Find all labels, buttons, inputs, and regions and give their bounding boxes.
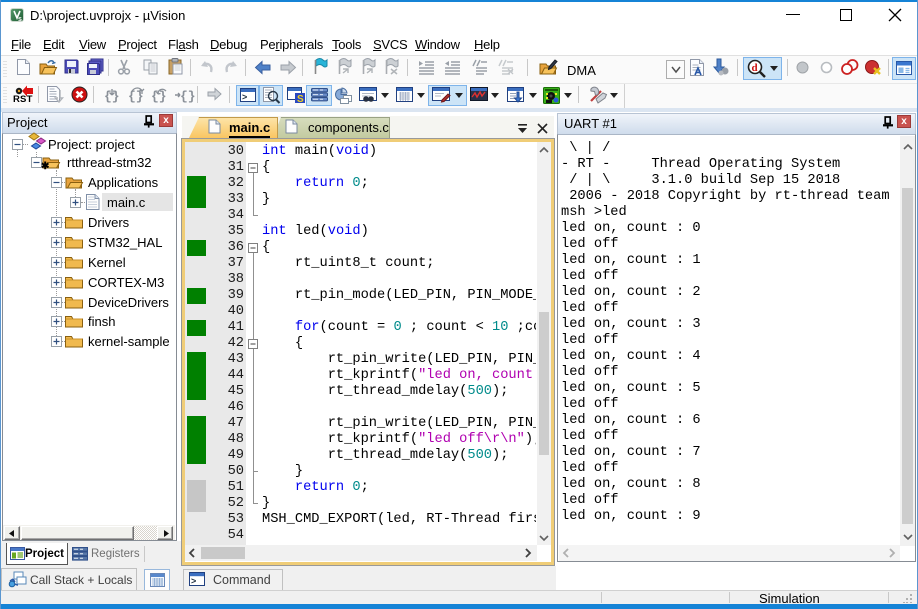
svg-text:s: s [18,16,22,23]
svg-text:>: > [242,92,247,102]
svg-text:>: > [191,576,196,586]
svg-text:S: S [297,94,304,105]
svg-text:{}: {} [180,89,196,104]
svg-text:d: d [752,62,758,74]
